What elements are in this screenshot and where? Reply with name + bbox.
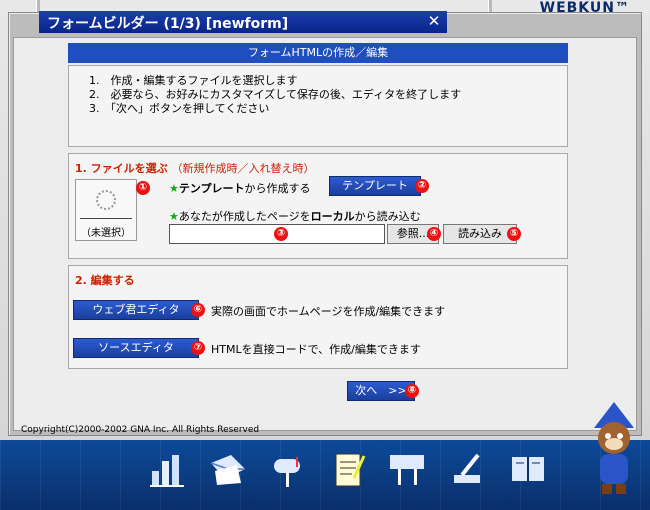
copyright-text: Copyright(C)2000-2002 GNA Inc. All Right… [21, 425, 260, 435]
local-option-label: ★あなたが作成したページをローカルから読み込む [169, 210, 421, 223]
unselected-label: （未選択） [81, 228, 131, 239]
form-icon[interactable] [325, 446, 371, 492]
mascot-character [584, 398, 644, 498]
file-section-title: 1. ファイルを選ぶ （新規作成時／入れ替え時） [75, 162, 315, 175]
mail-icon[interactable] [205, 446, 251, 492]
load-button[interactable]: 読み込み [443, 224, 517, 244]
page-header: フォームHTMLの作成／編集 [68, 43, 568, 63]
star-icon: ★ [169, 182, 179, 195]
badge-8: ⑧ [405, 384, 419, 398]
template-button[interactable]: テンプレート [329, 176, 421, 196]
loading-icon [96, 190, 116, 210]
form-builder-window: フォームビルダー (1/3) [newform] ✕ フォームHTMLの作成／編… [8, 11, 642, 436]
instruction-3: 3. 「次へ」ボタンを押してください [89, 102, 270, 115]
instructions-panel: 1. 作成・編集するファイルを選択します 2. 必要なら、お好みにカスタマイズし… [68, 65, 568, 147]
star-icon: ★ [169, 210, 179, 223]
file-section-subtitle: （新規作成時／入れ替え時） [171, 162, 315, 175]
book-icon[interactable] [505, 446, 551, 492]
web-editor-description: 実際の画面でホームページを作成/編集できます [211, 305, 446, 318]
source-editor-description: HTMLを直接コードで、作成/編集できます [211, 343, 421, 356]
edit-section-title: 2. 編集する [75, 274, 135, 287]
badge-7: ⑦ [191, 341, 205, 355]
window-titlebar[interactable]: フォームビルダー (1/3) [newform] ✕ [39, 11, 447, 33]
chart-icon[interactable] [145, 446, 191, 492]
template-option-label: ★テンプレートから作成する [169, 182, 311, 195]
file-preview[interactable]: （未選択） [75, 179, 137, 241]
badge-1: ① [136, 181, 150, 195]
window-title: フォームビルダー (1/3) [newform] [47, 16, 289, 32]
badge-5: ⑤ [507, 227, 521, 241]
source-editor-button[interactable]: ソースエディタ [73, 338, 199, 358]
badge-6: ⑥ [191, 303, 205, 317]
close-icon[interactable]: ✕ [425, 13, 443, 29]
badge-4: ④ [427, 227, 441, 241]
file-select-panel: 1. ファイルを選ぶ （新規作成時／入れ替え時） （未選択） ① ★テンプレート… [68, 153, 568, 259]
web-editor-button[interactable]: ウェブ君エディタ [73, 300, 199, 320]
mailbox-icon[interactable] [265, 446, 311, 492]
pen-icon[interactable] [445, 446, 491, 492]
badge-3: ③ [274, 227, 288, 241]
signboard-icon[interactable] [385, 446, 431, 492]
edit-panel: 2. 編集する ウェブ君エディタ ⑥ 実際の画面でホームページを作成/編集できま… [68, 265, 568, 369]
badge-2: ② [415, 179, 429, 193]
